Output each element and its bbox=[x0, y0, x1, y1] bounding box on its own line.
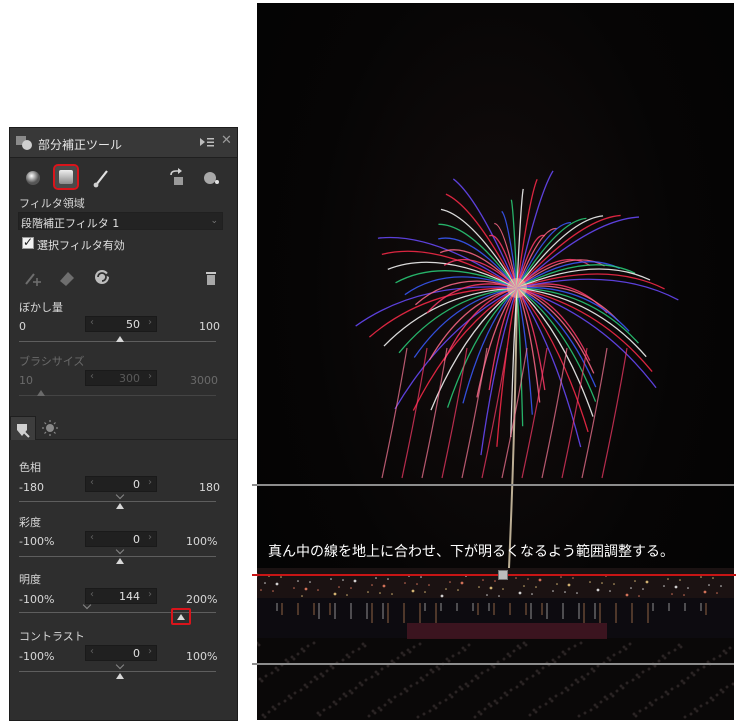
eraser-button[interactable] bbox=[56, 266, 78, 288]
blur-min: 0 bbox=[19, 320, 26, 333]
add-point-icon bbox=[25, 273, 41, 286]
saturation-slider-track[interactable] bbox=[19, 556, 216, 557]
increment-icon[interactable]: › bbox=[148, 646, 152, 657]
panel-menu-icon[interactable] bbox=[200, 136, 214, 148]
panel-title: 部分補正ツール bbox=[38, 138, 123, 152]
brush-size-value: 300 bbox=[119, 372, 140, 385]
hue-min: -180 bbox=[19, 481, 44, 494]
contrast-slider-track[interactable] bbox=[19, 671, 216, 672]
brush-size-slider-thumb[interactable] bbox=[37, 390, 45, 396]
increment-icon[interactable]: › bbox=[148, 532, 152, 543]
decrement-icon[interactable]: ‹ bbox=[90, 532, 94, 543]
enable-filter-label: 選択フィルタ有効 bbox=[37, 239, 125, 252]
increment-icon[interactable]: › bbox=[148, 317, 152, 328]
gradient-guide-center[interactable] bbox=[252, 574, 736, 576]
contrast-default-marker bbox=[115, 660, 125, 670]
hue-slider-track[interactable] bbox=[19, 501, 216, 502]
blur-value: 50 bbox=[126, 318, 140, 331]
increment-icon[interactable]: › bbox=[148, 477, 152, 488]
enable-filter-checkbox[interactable]: ✓ bbox=[22, 235, 34, 249]
panel-titlebar[interactable]: 部分補正ツール ✕ bbox=[10, 128, 237, 158]
brush-size-spinbox[interactable]: ‹ 300 › bbox=[85, 370, 157, 386]
hue-label: 色相 bbox=[19, 461, 41, 474]
tab-light[interactable] bbox=[37, 416, 63, 440]
brightness-label: 明度 bbox=[19, 573, 41, 586]
saturation-label: 彩度 bbox=[19, 516, 41, 529]
saturation-max: 100% bbox=[186, 535, 218, 548]
contrast-spinbox[interactable]: ‹ 0 › bbox=[85, 645, 157, 661]
saturation-value: 0 bbox=[133, 533, 140, 546]
rounded-circle-filter-button[interactable] bbox=[22, 167, 44, 189]
saturation-slider-thumb[interactable] bbox=[116, 558, 124, 564]
rounded-circle-filter-icon bbox=[26, 171, 40, 185]
contrast-min: -100% bbox=[19, 650, 55, 663]
paste-settings-icon bbox=[170, 168, 183, 185]
hue-max: 180 bbox=[199, 481, 220, 494]
brightness-min: -100% bbox=[19, 593, 55, 606]
contrast-max: 100% bbox=[186, 650, 218, 663]
increment-icon[interactable]: › bbox=[148, 589, 152, 600]
blur-max: 100 bbox=[199, 320, 220, 333]
blur-spinbox[interactable]: ‹ 50 › bbox=[85, 316, 157, 332]
checkmark-icon: ✓ bbox=[23, 235, 34, 249]
brightness-value: 144 bbox=[119, 590, 140, 603]
instruction-caption: 真ん中の線を地上に合わせ、下が明るくなるよう範囲調整する。 bbox=[268, 544, 674, 560]
hue-spinbox[interactable]: ‹ 0 › bbox=[85, 476, 157, 492]
brush-size-label: ブラシサイズ bbox=[19, 355, 85, 368]
increment-icon[interactable]: › bbox=[148, 371, 152, 382]
saturation-min: -100% bbox=[19, 535, 55, 548]
decrement-icon[interactable]: ‹ bbox=[90, 371, 94, 382]
paste-settings-button[interactable] bbox=[165, 167, 187, 189]
mask-display-icon bbox=[204, 172, 219, 184]
trash-button[interactable] bbox=[200, 267, 222, 289]
local-adjustment-panel: 部分補正ツール ✕ フィルタ領域 段階補正フィルタ 1 ⌄ ✓ 選択フィルタ有効… bbox=[9, 127, 238, 721]
hue-value: 0 bbox=[133, 478, 140, 491]
brush-size-slider-track[interactable] bbox=[19, 395, 216, 396]
add-point-button[interactable] bbox=[22, 266, 44, 288]
gradient-square-filter-button[interactable] bbox=[53, 164, 79, 190]
brush-size-max: 3000 bbox=[190, 374, 218, 387]
close-icon[interactable]: ✕ bbox=[221, 134, 232, 148]
fireworks-illustration bbox=[257, 170, 734, 720]
hue-slider-thumb[interactable] bbox=[116, 503, 124, 509]
sun-icon bbox=[42, 420, 58, 436]
trash-icon bbox=[206, 272, 216, 285]
gradient-square-filter-icon bbox=[59, 170, 73, 184]
mask-display-button[interactable] bbox=[200, 167, 222, 189]
contrast-label: コントラスト bbox=[19, 630, 85, 643]
blur-label: ぼかし量 bbox=[19, 301, 63, 314]
brush-size-min: 10 bbox=[19, 374, 33, 387]
filter-select-value: 段階補正フィルタ 1 bbox=[21, 217, 120, 230]
hue-default-marker bbox=[115, 490, 125, 500]
fireworks-photo[interactable] bbox=[257, 3, 734, 720]
decrement-icon[interactable]: ‹ bbox=[90, 589, 94, 600]
filter-area-label: フィルタ領域 bbox=[19, 197, 85, 210]
filter-select[interactable]: 段階補正フィルタ 1 ⌄ bbox=[18, 212, 223, 230]
brush-filter-icon bbox=[93, 170, 108, 188]
contrast-slider-thumb[interactable] bbox=[116, 673, 124, 679]
brush-filter-button[interactable] bbox=[90, 167, 112, 189]
blur-slider-thumb[interactable] bbox=[116, 336, 124, 342]
brightness-slider-thumb[interactable] bbox=[177, 614, 185, 620]
refresh-button[interactable] bbox=[91, 266, 113, 288]
decrement-icon[interactable]: ‹ bbox=[90, 477, 94, 488]
gradient-center-handle[interactable] bbox=[498, 570, 508, 580]
panel-app-icon bbox=[16, 136, 32, 150]
gradient-guide-bottom[interactable] bbox=[252, 663, 734, 665]
tab-color[interactable] bbox=[10, 416, 36, 440]
adjustment-tabs bbox=[10, 416, 237, 440]
contrast-value: 0 bbox=[133, 647, 140, 660]
chevron-down-icon: ⌄ bbox=[210, 216, 218, 226]
saturation-spinbox[interactable]: ‹ 0 › bbox=[85, 531, 157, 547]
decrement-icon[interactable]: ‹ bbox=[90, 646, 94, 657]
gradient-guide-top[interactable] bbox=[252, 484, 734, 486]
brightness-spinbox[interactable]: ‹ 144 › bbox=[85, 588, 157, 604]
eraser-icon bbox=[60, 272, 74, 286]
decrement-icon[interactable]: ‹ bbox=[90, 317, 94, 328]
eyedropper-icon bbox=[17, 424, 30, 438]
brightness-max: 200% bbox=[186, 593, 218, 606]
refresh-icon bbox=[95, 270, 109, 284]
saturation-default-marker bbox=[115, 545, 125, 555]
